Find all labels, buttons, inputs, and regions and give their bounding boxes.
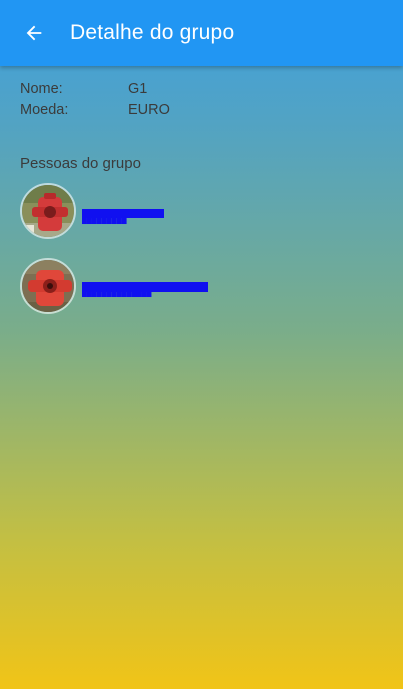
list-item[interactable] — [20, 183, 76, 239]
avatar — [20, 183, 76, 239]
list-item[interactable] — [20, 258, 76, 314]
fire-hydrant-photo-icon — [22, 260, 74, 312]
members-section-title: Pessoas do grupo — [20, 155, 141, 172]
fire-hydrant-photo-icon — [22, 185, 74, 237]
group-currency-label: Moeda: — [20, 101, 69, 118]
avatar — [20, 258, 76, 314]
group-name-label: Nome: — [20, 80, 63, 97]
member-name-redacted: █████████ — [82, 209, 164, 224]
member-name-redacted: ██████████████ — [82, 282, 208, 297]
arrow-left-icon — [26, 25, 42, 41]
app-bar: Detalhe do grupo — [0, 0, 403, 66]
back-button[interactable] — [10, 9, 58, 57]
page-title: Detalhe do grupo — [70, 21, 235, 44]
group-name-value: G1 — [128, 80, 148, 97]
group-currency-value: EURO — [128, 101, 170, 118]
group-currency-row: Moeda: EURO — [20, 99, 170, 120]
group-name-row: Nome: G1 — [20, 78, 170, 99]
group-info: Nome: G1 Moeda: EURO — [20, 78, 170, 120]
